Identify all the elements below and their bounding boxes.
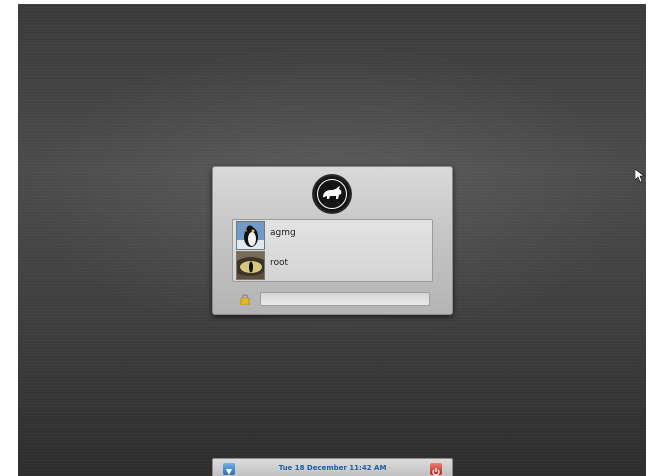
login-screen: agmg root Tue 18 December 11:42 AM: [18, 4, 646, 476]
user-item-agmg[interactable]: agmg: [235, 221, 430, 250]
user-name: agmg: [270, 228, 296, 238]
bottom-panel: Tue 18 December 11:42 AM: [212, 458, 453, 476]
user-name: root: [270, 258, 289, 268]
user-item-root[interactable]: root: [235, 251, 430, 280]
penguin-avatar-icon: [236, 221, 265, 250]
login-panel: agmg root: [212, 166, 453, 315]
bull-logo-icon: [314, 176, 350, 212]
password-field[interactable]: [260, 292, 430, 306]
padlock-icon: [240, 294, 250, 305]
clock-label: Tue 18 December 11:42 AM: [278, 464, 387, 472]
power-icon[interactable]: [430, 463, 442, 476]
user-list: agmg root: [232, 219, 433, 282]
cat-eye-avatar-icon: [236, 251, 265, 280]
mouse-pointer-icon: [635, 169, 645, 183]
